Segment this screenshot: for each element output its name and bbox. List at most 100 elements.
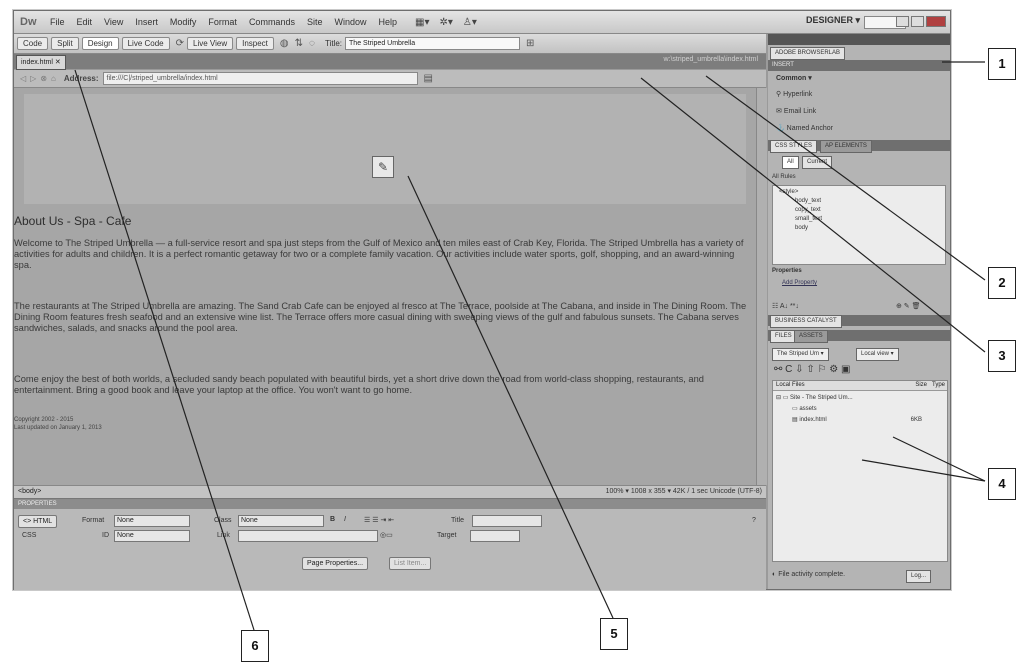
layout-icon[interactable]: ▦▾	[415, 17, 429, 28]
css-action-icons[interactable]: ⊕ ✎ 🗑	[896, 302, 921, 310]
split-view-button[interactable]: Split	[51, 37, 79, 50]
bold-button[interactable]: B	[330, 516, 335, 523]
design-view[interactable]: ✎ About Us - Spa - Cafe Welcome to The S…	[14, 88, 756, 485]
css-rule-body-text[interactable]: body_text	[779, 197, 939, 206]
id-select[interactable]: None	[114, 530, 190, 542]
menu-help[interactable]: Help	[378, 17, 397, 27]
properties-header: PROPERTIES	[14, 499, 766, 509]
tab-browserlab[interactable]: ADOBE BROWSERLAB	[770, 47, 846, 60]
menu-format[interactable]: Format	[208, 17, 237, 27]
list-item-button[interactable]: List Item...	[389, 557, 432, 570]
insert-email-link[interactable]: ✉ Email Link	[776, 107, 816, 115]
close-icon[interactable]	[926, 16, 946, 27]
menu-site[interactable]: Site	[307, 17, 323, 27]
design-scrollbar[interactable]	[756, 88, 767, 485]
point-to-file-icon[interactable]: ◎▭	[380, 531, 393, 539]
css-all-button[interactable]: All	[782, 156, 799, 169]
insert-named-anchor[interactable]: ⚓ Named Anchor	[776, 124, 833, 132]
view-select[interactable]: Local view ▾	[856, 348, 899, 361]
callout-4: 4	[988, 468, 1016, 500]
log-button[interactable]: Log...	[906, 570, 932, 583]
menu-view[interactable]: View	[104, 17, 123, 27]
css-view-buttons[interactable]: ☷ A↓ **↓	[772, 302, 799, 310]
log-status: ◐ File activity complete.	[772, 571, 845, 578]
dreamweaver-window: Dw File Edit View Insert Modify Format C…	[13, 10, 951, 590]
code-view-button[interactable]: Code	[17, 37, 49, 50]
tab-index-html[interactable]: index.html ✕	[16, 55, 66, 70]
files-list[interactable]: Local Files Size Type ⊟ ▭ Site - The Str…	[772, 380, 948, 562]
italic-button[interactable]: I	[344, 516, 346, 523]
css-rules-tree[interactable]: <style> body_text copy_text small_text b…	[772, 185, 946, 265]
css-properties-label: Properties	[772, 268, 802, 274]
assets-folder-row[interactable]: ▭ assets	[776, 404, 944, 415]
css-rule-small-text[interactable]: small_text	[779, 215, 939, 224]
panel-collapse-bar[interactable]	[768, 34, 950, 45]
css-rule-body[interactable]: body	[779, 224, 939, 233]
maximize-icon[interactable]	[911, 16, 924, 27]
index-file-row[interactable]: ▤ index.html 6KB	[776, 415, 944, 426]
dw-logo: Dw	[20, 16, 37, 28]
css-current-button[interactable]: Current	[802, 156, 833, 169]
menu-commands[interactable]: Commands	[249, 17, 295, 27]
insert-hyperlink[interactable]: ⚲ Hyperlink	[776, 90, 812, 98]
format-select[interactable]: None	[114, 515, 190, 527]
tab-css-styles[interactable]: CSS STYLES	[770, 140, 818, 153]
check-page-icon[interactable]: ⊞	[526, 38, 534, 49]
page-properties-button[interactable]: Page Properties...	[302, 557, 369, 570]
menu-insert[interactable]: Insert	[135, 17, 158, 27]
insert-category-select[interactable]: Common ▾	[776, 74, 812, 82]
zoom-info[interactable]: 100% ▾ 1008 x 355 ▾ 42K / 1 sec Unicode …	[606, 486, 762, 498]
extend-icon[interactable]: ✲▾	[439, 17, 452, 28]
type-column-header[interactable]: Type	[932, 381, 945, 390]
workspace-switcher[interactable]: DESIGNER ▾	[806, 15, 860, 26]
banner-image-placeholder[interactable]: ✎	[24, 94, 746, 204]
browse-icon[interactable]: ▤	[424, 73, 433, 84]
design-view-button[interactable]: Design	[81, 37, 119, 50]
file-management-icon[interactable]: ⇅	[295, 38, 303, 49]
forward-icon[interactable]: ▷	[30, 74, 36, 83]
minimize-icon[interactable]	[896, 16, 909, 27]
tab-files[interactable]: FILES	[770, 330, 797, 343]
document-toolbar: Code Split Design Live Code ⟳ Live View …	[14, 34, 766, 54]
size-column-header[interactable]: Size	[915, 381, 927, 390]
tab-business-catalyst[interactable]: BUSINESS CATALYST	[770, 315, 842, 328]
add-property-link[interactable]: Add Property	[782, 280, 817, 286]
insert-panel-header[interactable]: INSERT	[768, 60, 950, 71]
home-icon[interactable]: ⌂	[51, 74, 56, 83]
address-input[interactable]: file:///C|/striped_umbrella/index.html	[102, 72, 418, 85]
tab-assets[interactable]: ASSETS	[794, 330, 828, 343]
class-label: Class	[214, 517, 232, 524]
css-rule-style[interactable]: <style>	[779, 188, 939, 197]
site-root-row[interactable]: ⊟ ▭ Site - The Striped Um...	[776, 393, 944, 404]
menu-window[interactable]: Window	[334, 17, 366, 27]
target-select[interactable]	[470, 530, 520, 542]
html-mode-button[interactable]: <> HTML	[18, 515, 58, 528]
globe-icon[interactable]: ◍	[280, 38, 289, 49]
menu-file[interactable]: File	[50, 17, 65, 27]
css-rule-copy-text[interactable]: copy_text	[779, 206, 939, 215]
list-buttons[interactable]: ☰ ☰ ⇥ ⇤	[364, 516, 394, 524]
all-rules-label: All Rules	[772, 174, 796, 180]
site-icon[interactable]: ♙▾	[463, 17, 477, 28]
live-view-button[interactable]: Live View	[187, 37, 234, 50]
tab-ap-elements[interactable]: AP ELEMENTS	[820, 140, 872, 153]
files-toolbar-icons[interactable]: ⚯ C ⇩ ⇧ ⚐ ⚙ ▣	[774, 364, 850, 375]
page-title-input[interactable]: The Striped Umbrella	[345, 37, 521, 50]
css-mode-button[interactable]: CSS	[22, 532, 36, 539]
inspect-button[interactable]: Inspect	[236, 37, 274, 50]
class-select[interactable]: None	[238, 515, 324, 527]
close-tab-icon[interactable]: ✕	[55, 59, 61, 66]
link-input[interactable]	[238, 530, 378, 542]
help-icon[interactable]: ?	[752, 517, 756, 524]
menu-edit[interactable]: Edit	[77, 17, 93, 27]
tag-selector[interactable]: <body>	[18, 488, 41, 495]
local-files-header[interactable]: Local Files	[776, 382, 805, 388]
back-icon[interactable]: ◁	[20, 74, 26, 83]
options-icon[interactable]: ◌	[309, 38, 315, 49]
live-code-button[interactable]: Live Code	[121, 37, 170, 50]
refresh-icon[interactable]: ⟳	[176, 38, 184, 49]
stop-icon[interactable]: ⊗	[40, 74, 47, 83]
menu-modify[interactable]: Modify	[170, 17, 197, 27]
title-prop-input[interactable]	[472, 515, 542, 527]
site-select[interactable]: The Striped Um ▾	[772, 348, 829, 361]
